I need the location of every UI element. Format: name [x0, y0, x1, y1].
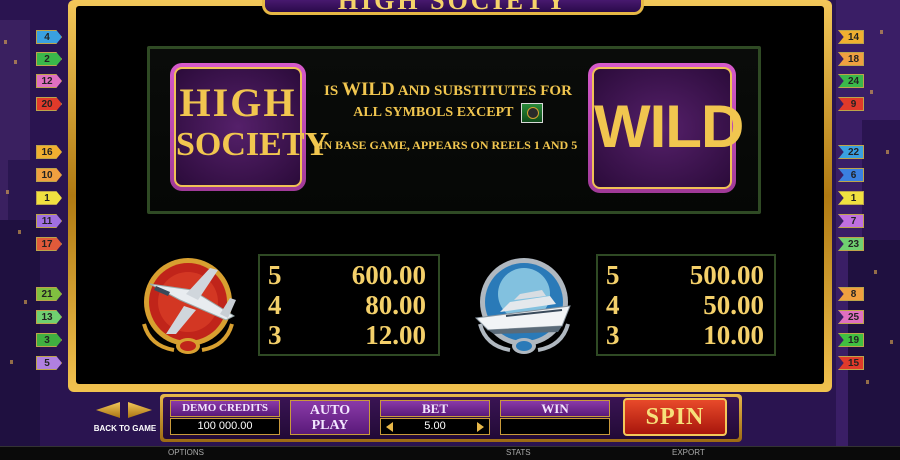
wild-symbol-label: WILD	[592, 67, 744, 189]
wild-symbol: WILD	[588, 63, 744, 193]
scatter-icon	[520, 102, 543, 123]
jet-symbol-icon	[142, 258, 236, 354]
options-menu[interactable]: OPTIONS	[168, 448, 204, 457]
wild-word: WILD	[341, 79, 395, 100]
wild-rest: AND SUBSTITUTES FOR	[397, 83, 572, 99]
logo-line-1: HIGH	[179, 80, 297, 125]
logo-line-2: SOCIETY	[176, 126, 330, 163]
autoplay-button[interactable]: AUTO PLAY	[290, 400, 370, 435]
spin-button[interactable]: SPIN	[623, 398, 727, 436]
wild-prefix: IS	[324, 83, 339, 99]
wild-info-panel: HIGH SOCIETY IS WILD AND SUBSTITUTES FOR…	[147, 46, 761, 214]
wild-description: IS WILD AND SUBSTITUTES FOR ALL SYMBOLS …	[318, 79, 578, 154]
bet-increase-icon[interactable]	[477, 422, 484, 432]
yacht-symbol-icon	[474, 258, 571, 354]
stats-menu[interactable]: STATS	[506, 448, 531, 457]
win-label: WIN	[500, 400, 610, 417]
high-society-logo-symbol: HIGH SOCIETY	[170, 63, 330, 191]
demo-credits-label: DEMO CREDITS	[170, 400, 280, 417]
bet-decrease-icon[interactable]	[386, 422, 393, 432]
demo-credits-value: 100 000.00	[170, 418, 280, 435]
bet-value: 5.00	[380, 418, 490, 435]
paytable-yacht: 5 500.00 4 50.00 3 10.00	[596, 254, 776, 356]
status-bar: OPTIONS STATS EXPORT	[0, 446, 900, 460]
bet-label: BET	[380, 400, 490, 417]
wild-description-line-3: IN BASE GAME, APPEARS ON REELS 1 AND 5	[318, 138, 578, 152]
wild-description-line-1: IS WILD AND SUBSTITUTES FOR	[318, 79, 578, 102]
wild-description-line-2: ALL SYMBOLS EXCEPT	[318, 102, 578, 124]
export-menu[interactable]: EXPORT	[672, 448, 705, 457]
win-value	[500, 418, 610, 435]
game-title-banner: HIGH SOCIETY	[262, 0, 644, 15]
paytable-jet: 5 600.00 4 80.00 3 12.00	[258, 254, 440, 356]
back-to-game-button[interactable]: BACK TO GAME	[92, 424, 158, 433]
